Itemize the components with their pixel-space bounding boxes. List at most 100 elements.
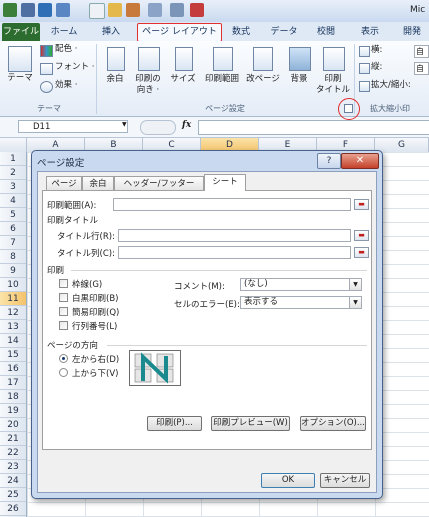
row-header[interactable]: 1 [0,152,26,166]
margins-button[interactable]: 余白 [100,74,130,85]
row-header[interactable]: 24 [0,474,26,488]
save-icon[interactable] [21,3,35,17]
tab-file[interactable]: ファイル [2,23,40,41]
tab-view[interactable]: 表示 [355,24,385,40]
formula-input[interactable] [198,120,429,135]
row-header[interactable]: 22 [0,446,26,460]
background-button[interactable]: 背景 [284,74,314,85]
options-button[interactable]: オプション(O)... [300,416,366,431]
ltr-radio[interactable] [59,354,68,363]
effects-button[interactable]: 効果 · [55,80,77,91]
breaks-button[interactable]: 改ページ [243,74,283,85]
tab-margins[interactable]: 余白 [82,176,114,190]
quick-icon-5[interactable] [170,3,184,17]
theme-icon[interactable] [8,46,32,72]
ok-button[interactable]: OK [261,473,315,488]
print-preview-button[interactable]: 印刷プレビュー(W) [211,416,290,431]
ttb-radio[interactable] [59,368,68,377]
highlight-circle [338,98,360,120]
print-area-button[interactable]: 印刷範囲 [202,74,242,85]
headings-label: 行列番号(L) [72,322,118,332]
scale-icon [359,81,370,92]
orientation-button-line1[interactable]: 印刷の [133,74,163,85]
bw-checkbox[interactable] [59,293,68,302]
row-header[interactable]: 16 [0,362,26,376]
print-titles-line1[interactable]: 印刷 [316,74,350,85]
row-header[interactable]: 9 [0,264,26,278]
help-button[interactable]: ? [317,153,341,169]
size-button[interactable]: サイズ [168,74,198,85]
row-header[interactable]: 2 [0,166,26,180]
row-header[interactable]: 5 [0,208,26,222]
row-header[interactable]: 12 [0,306,26,320]
print-titles-line2[interactable]: タイトル [316,85,350,96]
size-icon [175,47,193,71]
tab-developer[interactable]: 開発 [397,24,427,40]
tab-data[interactable]: データ [267,24,301,40]
orientation-button-line2[interactable]: 向き · [133,85,163,96]
tab-header-footer[interactable]: ヘッダー/フッター [114,176,204,190]
theme-button[interactable]: テーマ [4,73,36,84]
row-header[interactable]: 26 [0,502,26,516]
title-rows-input[interactable] [118,229,351,242]
print-area-icon [213,47,233,71]
row-header[interactable]: 15 [0,348,26,362]
print-button[interactable]: 印刷(P)... [147,416,202,431]
row-header[interactable]: 18 [0,390,26,404]
title-cols-input[interactable] [118,246,351,259]
row-header[interactable]: 6 [0,222,26,236]
quick-icon-4[interactable] [148,3,162,17]
quick-icon-6[interactable] [190,3,204,17]
print-quick-icon[interactable] [126,3,140,17]
headings-checkbox[interactable] [59,321,68,330]
colors-button[interactable]: 配色 · [55,44,77,55]
redo-icon[interactable] [56,3,70,17]
fonts-button[interactable]: フォント · [55,62,94,73]
tab-sheet[interactable]: シート [204,174,246,191]
chevron-down-icon[interactable]: ▼ [349,279,361,290]
tab-page-layout[interactable]: ページ レイアウト [137,23,222,42]
tab-formulas[interactable]: 数式 [226,24,256,40]
row-header[interactable]: 4 [0,194,26,208]
gridlines-checkbox[interactable] [59,279,68,288]
comments-select[interactable]: (なし) ▼ [240,278,362,291]
name-box-dropdown-icon[interactable]: ▼ [122,121,127,128]
tab-home[interactable]: ホーム [46,24,82,40]
row-header[interactable]: 7 [0,236,26,250]
name-box[interactable]: D11 [18,120,128,133]
select-all-corner[interactable] [0,138,27,152]
formula-controls [140,120,176,135]
row-header[interactable]: 25 [0,488,26,502]
print-area-input[interactable] [113,198,351,211]
insert-function-icon[interactable]: fx [182,120,191,130]
row-header-selected[interactable]: 11 [0,292,26,306]
row-header[interactable]: 23 [0,460,26,474]
row-header[interactable]: 14 [0,334,26,348]
row-header[interactable]: 10 [0,278,26,292]
row-header[interactable]: 20 [0,418,26,432]
column-header[interactable]: G [375,138,429,152]
tab-page[interactable]: ページ [46,176,82,190]
print-section-label: 印刷 [47,266,65,276]
width-select[interactable]: 自動 [414,45,429,58]
range-picker-icon[interactable]: ▬ [354,230,369,241]
row-header[interactable]: 17 [0,376,26,390]
tab-review[interactable]: 校閲 [311,24,341,40]
height-select[interactable]: 自動 [414,62,429,75]
undo-icon[interactable] [38,3,52,17]
row-header[interactable]: 3 [0,180,26,194]
row-header[interactable]: 8 [0,250,26,264]
draft-checkbox[interactable] [59,307,68,316]
row-header[interactable]: 21 [0,432,26,446]
range-picker-icon[interactable]: ▬ [354,247,369,258]
cancel-button[interactable]: キャンセル [320,473,370,488]
cell-errors-select[interactable]: 表示する ▼ [240,296,362,309]
range-picker-icon[interactable]: ▬ [354,199,369,210]
new-icon[interactable] [89,3,105,19]
row-header[interactable]: 19 [0,404,26,418]
open-icon[interactable] [108,3,122,17]
chevron-down-icon[interactable]: ▼ [349,297,361,308]
close-button[interactable]: ✕ [341,153,379,169]
row-header[interactable]: 13 [0,320,26,334]
tab-insert[interactable]: 挿入 [96,24,126,40]
